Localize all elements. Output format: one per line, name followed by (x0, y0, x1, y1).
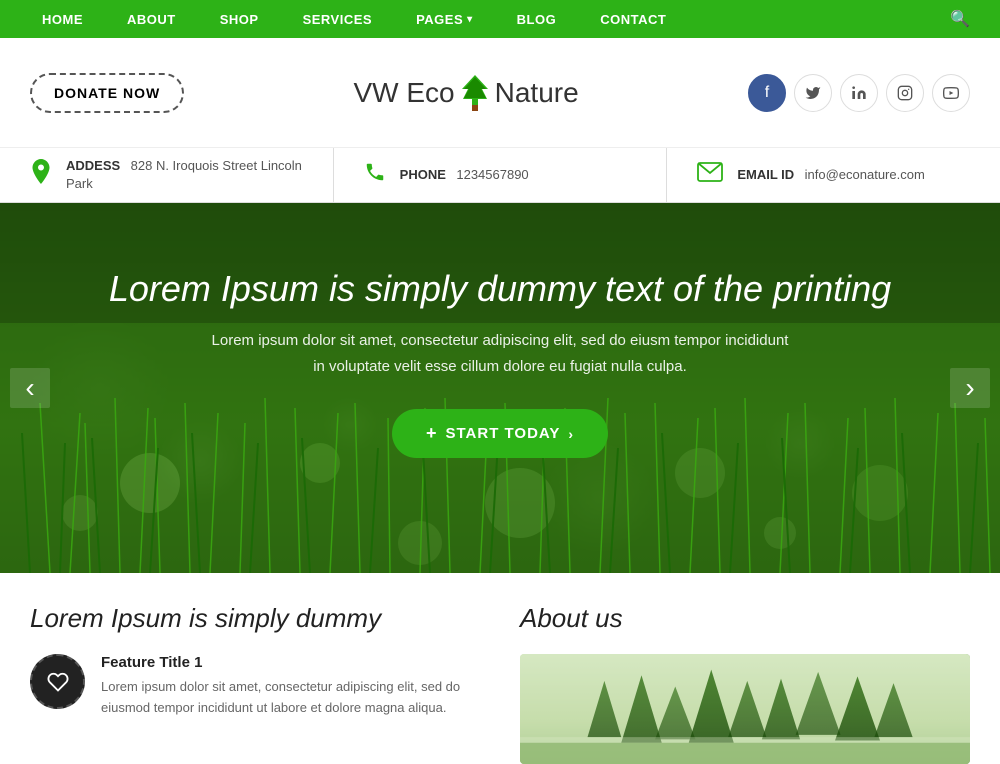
facebook-icon[interactable]: f (748, 74, 786, 112)
instagram-icon[interactable] (886, 74, 924, 112)
feature-item-1: Feature Title 1 Lorem ipsum dolor sit am… (30, 654, 480, 719)
nav-items: HOME ABOUT SHOP SERVICES PAGES ▾ BLOG CO… (20, 0, 940, 38)
plus-icon: + (426, 423, 438, 444)
about-image (520, 654, 970, 764)
hero-title: Lorem Ipsum is simply dummy text of the … (0, 268, 1000, 310)
feature-1-text: Lorem ipsum dolor sit amet, consectetur … (101, 677, 480, 719)
email-info: EMAIL ID info@econature.com (667, 148, 1000, 202)
youtube-icon[interactable] (932, 74, 970, 112)
nav-item-blog[interactable]: BLOG (495, 0, 579, 38)
nav-item-about[interactable]: ABOUT (105, 0, 198, 38)
phone-icon (364, 161, 386, 189)
tree-icon (459, 73, 491, 113)
nav-item-contact[interactable]: CONTACT (578, 0, 688, 38)
address-info: ADDESS 828 N. Iroquois Street Lincoln Pa… (0, 148, 334, 202)
hero-section: ‹ Lorem Ipsum is simply dummy text of th… (0, 203, 1000, 573)
hero-subtitle: Lorem ipsum dolor sit amet, consectetur … (0, 328, 1000, 379)
hero-content: Lorem Ipsum is simply dummy text of the … (0, 203, 1000, 458)
main-nav: HOME ABOUT SHOP SERVICES PAGES ▾ BLOG CO… (0, 0, 1000, 38)
info-bar: ADDESS 828 N. Iroquois Street Lincoln Pa… (0, 148, 1000, 203)
arrow-icon: › (568, 426, 574, 442)
feature-1-title: Feature Title 1 (101, 654, 480, 671)
phone-info: PHONE 1234567890 (334, 148, 668, 202)
chevron-down-icon: ▾ (467, 14, 473, 25)
about-title: About us (520, 603, 970, 634)
donate-button[interactable]: DONATE NOW (30, 73, 184, 113)
features-section: Lorem Ipsum is simply dummy Feature Titl… (30, 603, 480, 764)
location-icon (30, 159, 52, 191)
site-logo: VW Eco Nature (184, 73, 748, 113)
nav-item-home[interactable]: HOME (20, 0, 105, 38)
search-icon[interactable]: 🔍 (940, 9, 980, 29)
site-header: DONATE NOW VW Eco Nature f (0, 38, 1000, 148)
linkedin-icon[interactable] (840, 74, 878, 112)
lower-section: Lorem Ipsum is simply dummy Feature Titl… (0, 573, 1000, 764)
twitter-icon[interactable] (794, 74, 832, 112)
about-section: About us (520, 603, 970, 764)
nav-item-pages[interactable]: PAGES ▾ (394, 0, 495, 38)
hero-next-button[interactable]: › (950, 368, 990, 408)
social-links: f (748, 74, 970, 112)
start-today-button[interactable]: + START TODAY › (392, 409, 608, 458)
start-today-label: START TODAY (445, 425, 560, 442)
hero-prev-button[interactable]: ‹ (10, 368, 50, 408)
nav-item-shop[interactable]: SHOP (198, 0, 281, 38)
email-icon (697, 162, 723, 188)
features-title: Lorem Ipsum is simply dummy (30, 603, 480, 634)
nav-item-services[interactable]: SERVICES (281, 0, 395, 38)
feature-icon (30, 654, 85, 709)
